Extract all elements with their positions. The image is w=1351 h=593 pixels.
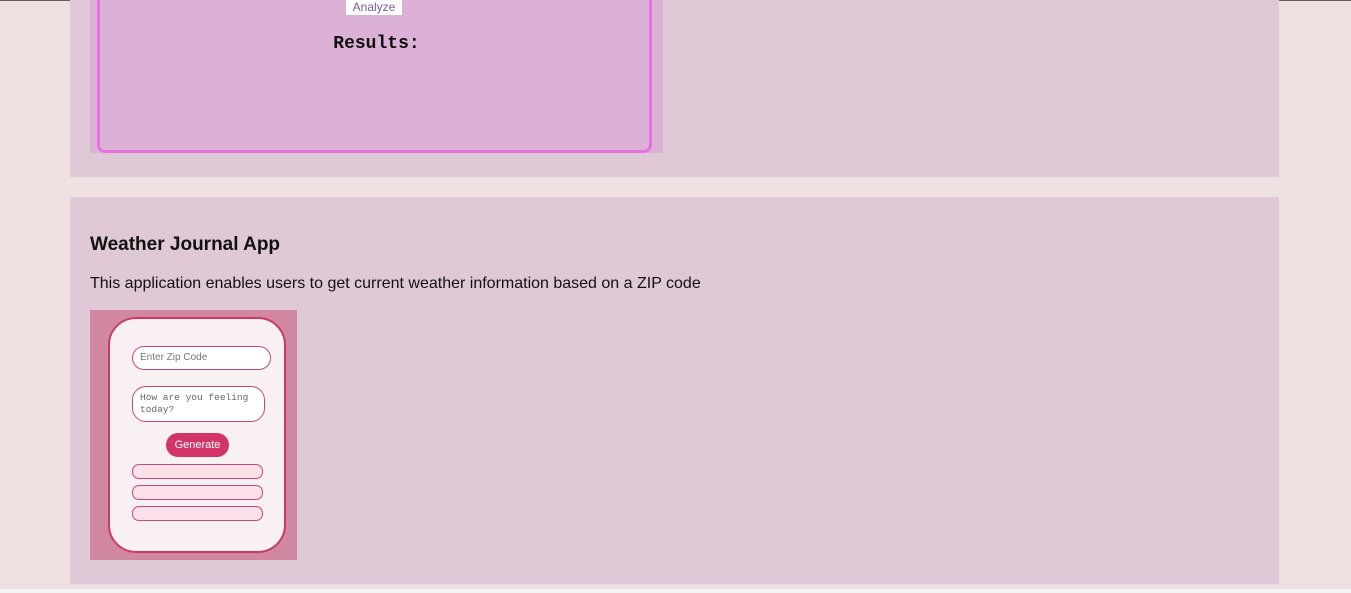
zip-input-preview: Enter Zip Code (132, 346, 271, 370)
result-field-preview (132, 464, 263, 479)
app-screenshot-frame: Enter Zip Code How are you feeling today… (108, 317, 286, 553)
analyze-button: Analyze (346, 0, 402, 15)
feeling-textarea-preview: How are you feeling today? (132, 386, 265, 422)
preview-frame (97, 0, 652, 153)
results-label: Results: (333, 34, 420, 54)
page-bottom-strip (0, 589, 1351, 593)
project-preview-image: Analyze Results: (90, 0, 663, 153)
project-title: Weather Journal App (90, 234, 281, 255)
generate-button-preview: Generate (166, 433, 229, 457)
result-field-preview (132, 485, 263, 500)
project-card-weather: Weather Journal App This application ena… (70, 197, 1279, 584)
project-description: This application enables users to get cu… (90, 275, 701, 292)
project-card-sentiment: Analyze Results: (70, 0, 1279, 177)
project-preview-image: Enter Zip Code How are you feeling today… (90, 310, 297, 560)
result-field-preview (132, 506, 263, 521)
